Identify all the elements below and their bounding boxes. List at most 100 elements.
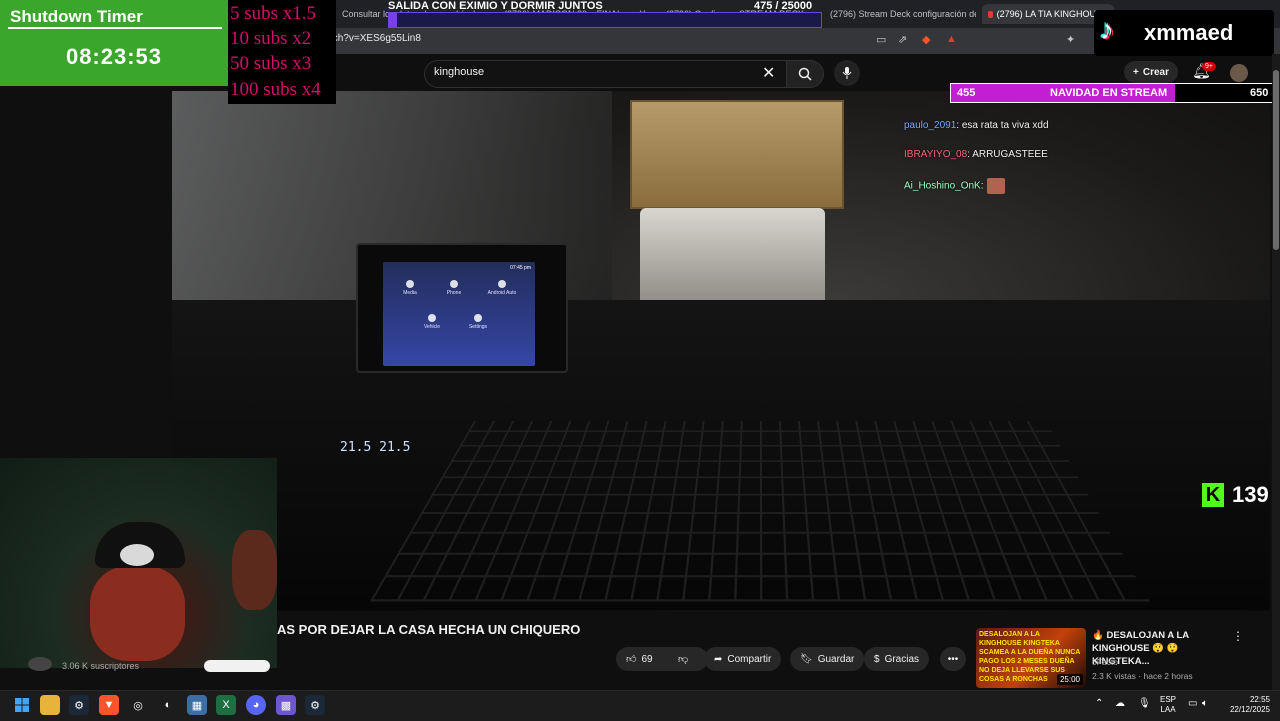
discord-icon[interactable]: ◕ — [246, 695, 266, 715]
save-label: Guardar — [818, 654, 855, 665]
file-explorer-icon[interactable] — [40, 695, 60, 715]
kick-logo-icon: K — [1202, 483, 1224, 507]
more-actions-button[interactable]: ••• — [940, 647, 966, 671]
search-value: kinghouse — [434, 66, 484, 78]
voice-search-button[interactable] — [834, 60, 860, 86]
car-app-label: Media — [403, 290, 417, 296]
create-button[interactable]: + Crear — [1124, 61, 1178, 83]
share-icon[interactable]: ⇗ — [898, 33, 907, 46]
account-avatar[interactable] — [1230, 64, 1248, 82]
volume-icon[interactable]: 🔈︎ — [1202, 698, 1208, 709]
super-thanks-icon: $ — [874, 654, 880, 665]
timer-title: Shutdown Timer — [10, 7, 143, 27]
car-climate-display: 21.5 21.5 — [340, 440, 490, 480]
dislike-button[interactable]: 👎︎ — [668, 647, 708, 671]
navidad-title: NAVIDAD EN STREAM — [1050, 87, 1167, 99]
car-app-label: Android Auto — [488, 290, 517, 296]
share-button[interactable]: ➦ Compartir — [704, 647, 781, 671]
recommended-meta: 2.3 K vistas · hace 2 horas — [1092, 671, 1193, 681]
obs-studio-icon[interactable]: ◐ — [158, 695, 178, 715]
tab-stream-deck-config-2[interactable]: (2796) Stream Deck configuración de... — [826, 4, 976, 24]
car-app-label: Phone — [447, 290, 461, 296]
like-count: 69 — [641, 654, 652, 665]
extensions-icon[interactable]: ✦ — [1066, 33, 1075, 46]
car-app-label: Settings — [469, 324, 487, 330]
webcam-streamer-face — [90, 566, 185, 661]
video-truck-cab — [640, 208, 825, 303]
chat-message: IBRAYIYO_08: ARRUGASTEEE — [904, 149, 1048, 160]
bookmark-icon: 🔖︎ — [800, 654, 813, 665]
clock-time: 22:55 — [1226, 695, 1270, 705]
brave-rewards-icon[interactable]: ▲ — [946, 33, 957, 45]
microphone-icon — [842, 66, 852, 80]
calculator-icon[interactable]: ▦ — [187, 695, 207, 715]
tray-mic-icon[interactable]: 🎙︎ — [1138, 698, 1151, 709]
car-app-label: Vehicle — [424, 324, 440, 330]
chat-text: : esa rata ta viva xdd — [956, 120, 1048, 131]
recommended-menu-icon[interactable]: ⋮ — [1232, 629, 1244, 643]
vehicle-icon — [428, 314, 436, 322]
app-grid-icon[interactable]: ▩ — [276, 695, 296, 715]
recommended-thumbnail[interactable]: DESALOJAN A LA KINGHOUSE KINGTEKA SCAMEA… — [976, 628, 1086, 688]
car-app-phone: Phone — [439, 280, 469, 296]
thumbs-up-icon: 👍︎ — [626, 653, 636, 665]
chat-text: : ARRUGASTEEE — [967, 149, 1048, 160]
multiplier-item: 5 subs x1.5 — [230, 3, 316, 25]
tab-label: (2796) Stream Deck configuración de... — [830, 9, 976, 19]
tiktok-logo-icon: ♪ — [1100, 14, 1114, 46]
brave-shield-icon[interactable]: ◆ — [922, 33, 930, 46]
tab-label: (2796) LA TIA KINGHOUSE — [997, 9, 1108, 19]
notifications-badge: 9+ — [1202, 62, 1216, 71]
car-app-media: Media — [395, 280, 425, 296]
goal-progress-fill — [389, 13, 397, 27]
youtube-favicon-icon — [988, 11, 993, 18]
thanks-button[interactable]: $ Gracias — [864, 647, 929, 671]
steam-icon[interactable]: ⚙︎ — [69, 695, 89, 715]
url-field[interactable]: tch?v=XES6g55Lin8 — [330, 33, 421, 44]
tray-display-icon[interactable]: ▭ — [1188, 698, 1197, 709]
tray-cloud-icon[interactable]: ☁︎ — [1115, 698, 1125, 709]
more-icon: ••• — [948, 654, 959, 665]
search-button[interactable] — [786, 60, 824, 88]
video-truck-box — [630, 100, 844, 209]
channel-avatar[interactable] — [28, 657, 52, 671]
share-label: Compartir — [727, 654, 771, 665]
multiplier-item: 100 subs x4 — [230, 79, 321, 101]
chat-message: paulo_2091: esa rata ta viva xdd — [904, 120, 1049, 131]
chat-message: Ai_Hoshino_OnK: — [904, 178, 1005, 194]
cap-logo — [120, 544, 154, 566]
scrollbar-thumb[interactable] — [1273, 70, 1279, 250]
clear-search-icon[interactable]: ✕ — [762, 63, 775, 83]
car-app-vehicle: Vehicle — [417, 314, 447, 330]
cast-icon[interactable]: ▭ — [876, 33, 886, 46]
subscribe-button[interactable] — [204, 660, 270, 672]
brave-browser-icon[interactable]: ▼ — [99, 695, 119, 715]
multiplier-item: 10 subs x2 — [230, 28, 311, 50]
video-infotainment-screen: 07:45 pm Media Phone Android Auto Vehicl… — [383, 262, 535, 366]
tray-overflow-icon[interactable]: ⌃ — [1095, 698, 1103, 709]
thumbs-down-icon: 👎︎ — [678, 653, 688, 665]
chat-username: Ai_Hoshino_OnK — [904, 181, 981, 192]
car-app-settings: Settings — [463, 314, 493, 330]
chat-text: : — [981, 181, 984, 192]
subscriber-count: 3.06 K suscriptores — [62, 661, 139, 671]
timer-divider — [8, 27, 222, 29]
recommended-channel[interactable]: 5Facto — [1092, 657, 1118, 667]
chat-username: paulo_2091 — [904, 120, 956, 131]
layout-code: LAA — [1160, 705, 1176, 715]
car-clock: 07:45 pm — [510, 265, 531, 271]
car-app-android-auto: Android Auto — [487, 280, 517, 296]
settings-icon — [474, 314, 482, 322]
windows-logo-icon — [15, 698, 29, 712]
language-indicator[interactable]: ESP LAA — [1160, 695, 1176, 715]
tiktok-username: xmmaed — [1144, 20, 1233, 46]
sub-multipliers-panel: 5 subs x1.5 10 subs x2 50 subs x3 100 su… — [228, 0, 336, 104]
save-button[interactable]: 🔖︎ Guardar — [790, 647, 864, 671]
windows-start-icon[interactable] — [12, 695, 32, 715]
excel-icon[interactable]: X — [216, 695, 236, 715]
clock[interactable]: 22:55 22/12/2025 — [1226, 695, 1270, 715]
language-code: ESP — [1160, 695, 1176, 705]
obs-like-icon[interactable]: ◎ — [128, 695, 148, 715]
steam-icon-2[interactable]: ⚙︎ — [305, 695, 325, 715]
chat-emote-icon — [987, 178, 1005, 194]
